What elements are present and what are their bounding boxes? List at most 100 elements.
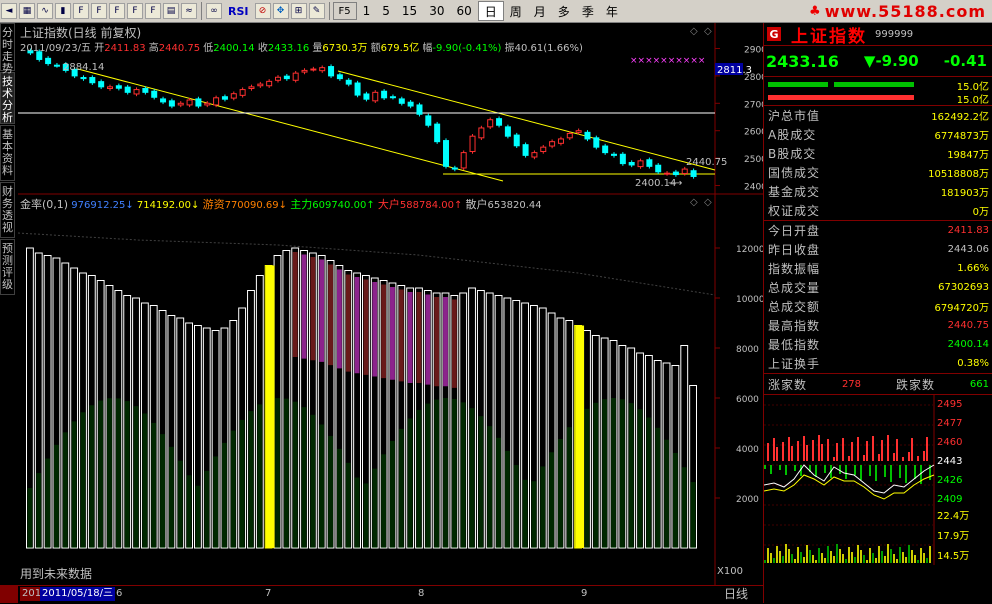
mini-volume-bar [815, 560, 817, 563]
mini-bar [890, 465, 892, 482]
fd-icon[interactable]: F [145, 3, 161, 19]
indicator-lower [469, 408, 475, 548]
indicator-lower [115, 398, 121, 548]
indicator-lower [434, 399, 440, 548]
period-label[interactable]: 日线 [724, 587, 748, 601]
period-week[interactable]: 周 [504, 1, 528, 21]
line-chart-icon[interactable]: ∿ [37, 3, 53, 19]
mini-volume-bar [851, 552, 853, 563]
candle-body [319, 67, 326, 72]
f1-icon[interactable]: F [109, 3, 125, 19]
mini-volume-bar [857, 545, 859, 563]
move-icon[interactable]: ✥ [272, 3, 289, 19]
period-day[interactable]: 日 [477, 1, 504, 21]
mini-volume-bar [878, 546, 880, 563]
chart-area[interactable]: 290028002700260025002400 120001000080006… [17, 23, 767, 585]
g-badge[interactable]: G [767, 27, 781, 41]
info-close: 2433.16 [267, 43, 310, 54]
period-1[interactable]: 1 [357, 1, 377, 21]
book-icon[interactable]: ▤ [163, 3, 179, 19]
fz-icon[interactable]: F [127, 3, 143, 19]
candle-body [372, 91, 379, 102]
mini-bar [863, 455, 865, 461]
fo-icon[interactable]: F [91, 3, 107, 19]
mini-bar [899, 465, 901, 478]
rsi-button[interactable]: RSI [223, 2, 254, 20]
arrow-icon: ⟶ [668, 178, 682, 189]
market-stat-row: 沪总市值 162492.2亿 [764, 106, 992, 125]
indicator-lower [213, 456, 219, 548]
wave-icon[interactable]: ≈ [181, 3, 197, 19]
toolbar: ◄ ▦ ∿ ▮ F F F F F ▤ ≈ ∞ RSI ⊘ ✥ ⊞ ✎ F5 1… [0, 0, 992, 23]
toolbar-divider [328, 2, 330, 20]
mini-axis-label: 2409 [937, 494, 962, 505]
indicator-lower [487, 426, 493, 548]
period-30[interactable]: 30 [423, 1, 450, 21]
index-stat-value: 0.38% [957, 358, 989, 369]
high-marker: 2884.14 [63, 62, 104, 73]
info-open: 2411.83 [104, 43, 146, 54]
binoculars-icon[interactable]: ∞ [206, 3, 222, 19]
index-stat-label: 今日开盘 [768, 224, 821, 238]
chart-canvas[interactable]: 290028002700260025002400 120001000080006… [17, 23, 767, 585]
mini-volume-bar [875, 558, 877, 563]
candle-body [522, 144, 529, 156]
mini-bar [824, 465, 826, 473]
sidetab-technical[interactable]: 技术分析 [0, 72, 15, 124]
mini-bar [764, 465, 766, 469]
mini-bar [905, 465, 907, 483]
period-5[interactable]: 5 [376, 1, 396, 21]
period-multi[interactable]: 多 [552, 1, 576, 21]
up-count: 278 [841, 378, 862, 390]
candle-body [628, 161, 635, 166]
mini-bar [782, 442, 784, 461]
zoom-icon[interactable]: ⊞ [290, 3, 307, 19]
mini-bar [797, 441, 799, 461]
candle-body [584, 131, 591, 140]
mini-volume-bar [779, 551, 781, 563]
candle-icon[interactable]: ▮ [55, 3, 71, 19]
period-quarter[interactable]: 季 [576, 1, 600, 21]
period-month[interactable]: 月 [528, 1, 552, 21]
indicator-lower [443, 398, 448, 548]
mini-bar [854, 465, 856, 475]
candle-body [221, 96, 228, 100]
mini-bar [887, 435, 889, 461]
pencil-icon[interactable]: ✎ [308, 3, 325, 19]
mini-volume-bar [770, 553, 772, 563]
mini-bar [881, 440, 883, 461]
mini-bar [848, 456, 850, 461]
index-stat-value: 2443.06 [947, 244, 989, 255]
index-stat-row: 最高指数 2440.75 [764, 316, 992, 335]
period-15[interactable]: 15 [396, 1, 423, 21]
candle-body [257, 83, 264, 87]
back-icon[interactable]: ◄ [1, 3, 17, 19]
intraday-mini-chart[interactable]: 2495 2477 2460 2443 2426 2409 22.4万 17.9万 14.5万 [763, 395, 992, 565]
indicator-lower [195, 485, 201, 548]
sidetab-finance[interactable]: 财务透视 [0, 182, 15, 238]
sidetab-intraday[interactable]: 分时走势 [0, 23, 15, 75]
indicator-overlay [372, 282, 378, 377]
info-close-label: 收 [257, 43, 268, 54]
mini-volume-bar [890, 549, 892, 563]
mini-bar [818, 435, 820, 461]
no-entry-icon[interactable]: ⊘ [254, 3, 271, 19]
info-amp: 40.61(1.66%) [514, 43, 583, 54]
indicator-lower [345, 462, 351, 548]
grid-icon[interactable]: ▦ [19, 3, 35, 19]
pink-marker-row: ×××××××××× [630, 56, 705, 66]
indicator-lower [504, 450, 510, 548]
indicator-lower [354, 477, 360, 548]
sidetab-forecast[interactable]: 预测评级 [0, 239, 15, 295]
index-name: 上证指数 [791, 26, 867, 47]
highlight-bar [265, 265, 275, 548]
f10-icon[interactable]: F [73, 3, 89, 19]
market-stat-value: 162492.2亿 [931, 112, 989, 123]
f5-button[interactable]: F5 [332, 2, 357, 20]
sidetab-basic[interactable]: 基本资料 [0, 125, 15, 181]
period-60[interactable]: 60 [450, 1, 477, 21]
mini-volume-bar [839, 549, 841, 563]
indicator-lower [540, 466, 546, 548]
mini-volume-bar [911, 550, 913, 563]
period-year[interactable]: 年 [600, 1, 624, 21]
